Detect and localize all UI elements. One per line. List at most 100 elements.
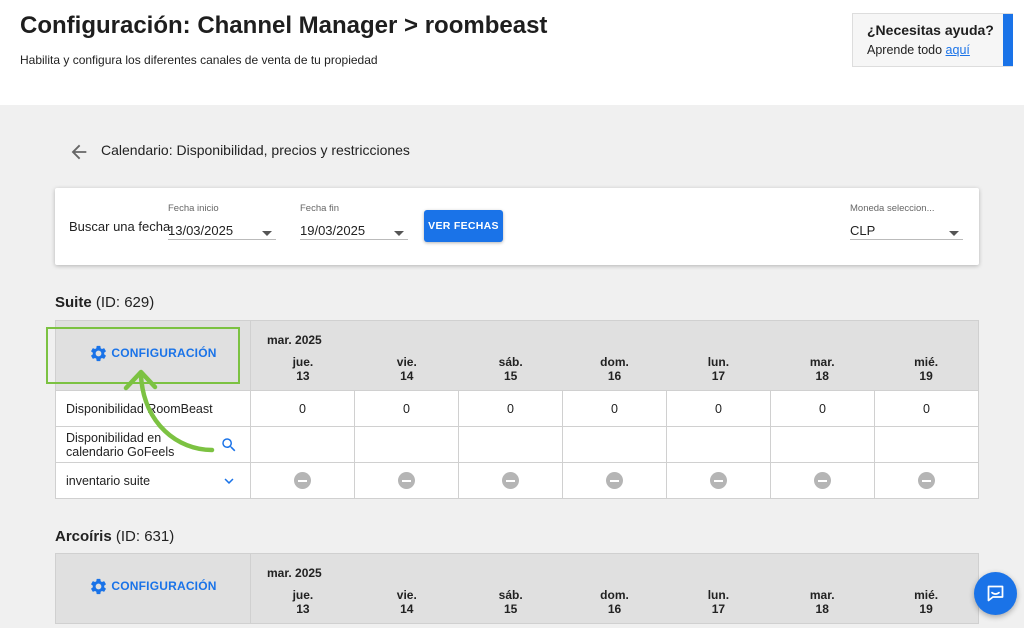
- day-header: jue. 13: [251, 355, 355, 383]
- help-link[interactable]: aquí: [946, 43, 970, 57]
- table-row: Disponibilidad en calendario GoFeels: [55, 426, 979, 463]
- day-of-week: jue.: [292, 588, 314, 602]
- chevron-down-icon: [394, 231, 404, 236]
- top-header: Configuración: Channel Manager > roombea…: [0, 0, 1024, 105]
- day-header: mié. 19: [874, 355, 978, 383]
- minus-circle-icon[interactable]: [398, 472, 415, 489]
- configuration-label: CONFIGURACIÓN: [111, 579, 217, 593]
- gofeels-label-line2: calendario GoFeels: [66, 444, 175, 459]
- day-of-week: jue.: [292, 355, 314, 369]
- day-of-week: dom.: [600, 355, 629, 369]
- day-of-week: mar.: [809, 588, 835, 602]
- dates-header: mar. 2025 jue. 13 vie. 14 sáb. 15 dom. 16 lu…: [250, 320, 979, 391]
- day-of-week: vie.: [396, 588, 417, 602]
- field-underline: [168, 239, 276, 240]
- chevron-down-icon[interactable]: [220, 472, 238, 490]
- field-underline: [300, 239, 408, 240]
- inventory-label: inventario suite: [66, 473, 151, 488]
- currency-label: Moneda seleccion...: [850, 203, 935, 214]
- gofeels-cell: [562, 426, 667, 463]
- inventory-cell: [562, 462, 667, 499]
- minus-circle-icon[interactable]: [918, 472, 935, 489]
- availability-cell[interactable]: 0: [874, 390, 979, 427]
- configuration-button[interactable]: CONFIGURACIÓN: [89, 577, 216, 596]
- day-header: vie. 14: [355, 588, 459, 616]
- day-number: 15: [503, 369, 518, 383]
- inventory-cell: [458, 462, 563, 499]
- help-box: ¿Necesitas ayuda? Aprende todo aquí: [852, 13, 1013, 67]
- day-header: mié. 19: [874, 588, 978, 616]
- start-date-field[interactable]: Fecha inicio 13/03/2025: [168, 203, 276, 240]
- availability-cell[interactable]: 0: [250, 390, 355, 427]
- room-name: Suite: [55, 294, 92, 311]
- day-header: mar. 18: [770, 588, 874, 616]
- minus-circle-icon[interactable]: [294, 472, 311, 489]
- page-title: Configuración: Channel Manager > roombea…: [20, 12, 548, 39]
- minus-circle-icon[interactable]: [710, 472, 727, 489]
- day-number: 19: [919, 369, 933, 383]
- day-header: sáb. 15: [459, 588, 563, 616]
- help-accent-bar: [1003, 14, 1013, 66]
- availability-cell[interactable]: 0: [770, 390, 875, 427]
- end-date-field[interactable]: Fecha fin 19/03/2025: [300, 203, 408, 240]
- day-grid: jue. 13 vie. 14 sáb. 15 dom. 16 lun. 17 mar. 1…: [251, 355, 978, 383]
- day-header: dom. 16: [563, 588, 667, 616]
- gofeels-cell: [770, 426, 875, 463]
- day-of-week: sáb.: [498, 355, 523, 369]
- gofeels-cell: [458, 426, 563, 463]
- currency-value: CLP: [850, 223, 876, 238]
- day-header: lun. 17: [666, 588, 770, 616]
- search-icon[interactable]: [220, 436, 238, 454]
- back-arrow-icon[interactable]: [68, 141, 90, 163]
- start-date-value: 13/03/2025: [168, 223, 234, 238]
- day-number: 17: [711, 369, 726, 383]
- day-header: lun. 17: [666, 355, 770, 383]
- day-header: mar. 18: [770, 355, 874, 383]
- table-row: Disponibilidad RoomBeast 0 0 0 0 0 0 0: [55, 390, 979, 427]
- table-header-row: CONFIGURACIÓN mar. 2025 jue. 13 vie. 14 sá…: [55, 553, 979, 624]
- end-date-value: 19/03/2025: [300, 223, 366, 238]
- currency-select[interactable]: Moneda seleccion... CLP: [850, 203, 963, 240]
- day-number: 14: [400, 602, 414, 616]
- minus-circle-icon[interactable]: [502, 472, 519, 489]
- inventory-cell: [770, 462, 875, 499]
- availability-cell[interactable]: 0: [562, 390, 667, 427]
- day-number: 18: [815, 369, 829, 383]
- day-number: 14: [400, 369, 414, 383]
- section-heading: Calendario: Disponibilidad, precios y re…: [101, 142, 410, 158]
- page-subtitle: Habilita y configura los diferentes cana…: [20, 53, 378, 67]
- day-number: 16: [607, 369, 622, 383]
- month-label: mar. 2025: [267, 566, 322, 580]
- gear-icon: [91, 578, 107, 594]
- day-of-week: lun.: [707, 588, 730, 602]
- day-header: jue. 13: [251, 588, 355, 616]
- end-date-label: Fecha fin: [300, 203, 340, 214]
- help-text-label: Aprende todo: [867, 43, 946, 57]
- room-title: Arcoíris (ID: 631): [55, 528, 174, 545]
- minus-circle-icon[interactable]: [606, 472, 623, 489]
- room-calendar-table: CONFIGURACIÓN mar. 2025 jue. 13 vie. 14 sá…: [55, 553, 979, 624]
- chat-button[interactable]: [974, 572, 1017, 615]
- availability-cell[interactable]: 0: [458, 390, 563, 427]
- day-number: 15: [503, 602, 518, 616]
- start-date-label: Fecha inicio: [168, 203, 219, 214]
- configuration-button[interactable]: CONFIGURACIÓN: [89, 344, 216, 363]
- gear-icon: [91, 345, 107, 361]
- room-title: Suite (ID: 629): [55, 294, 154, 311]
- gofeels-label-line1: Disponibilidad en: [66, 430, 162, 445]
- day-header: dom. 16: [563, 355, 667, 383]
- availability-cell[interactable]: 0: [354, 390, 459, 427]
- gofeels-cell: [874, 426, 979, 463]
- month-label: mar. 2025: [267, 333, 322, 347]
- config-cell: CONFIGURACIÓN: [55, 553, 251, 624]
- room-name: Arcoíris: [55, 528, 112, 545]
- inventory-cell: [874, 462, 979, 499]
- view-dates-button[interactable]: VER FECHAS: [424, 210, 503, 242]
- row-label: Disponibilidad RoomBeast: [55, 390, 251, 427]
- table-header-row: CONFIGURACIÓN mar. 2025 jue. 13 vie. 14 sá…: [55, 320, 979, 391]
- day-number: 19: [919, 602, 933, 616]
- day-header: sáb. 15: [459, 355, 563, 383]
- day-grid: jue. 13 vie. 14 sáb. 15 dom. 16 lun. 17 mar. 1…: [251, 588, 978, 616]
- availability-cell[interactable]: 0: [666, 390, 771, 427]
- minus-circle-icon[interactable]: [814, 472, 831, 489]
